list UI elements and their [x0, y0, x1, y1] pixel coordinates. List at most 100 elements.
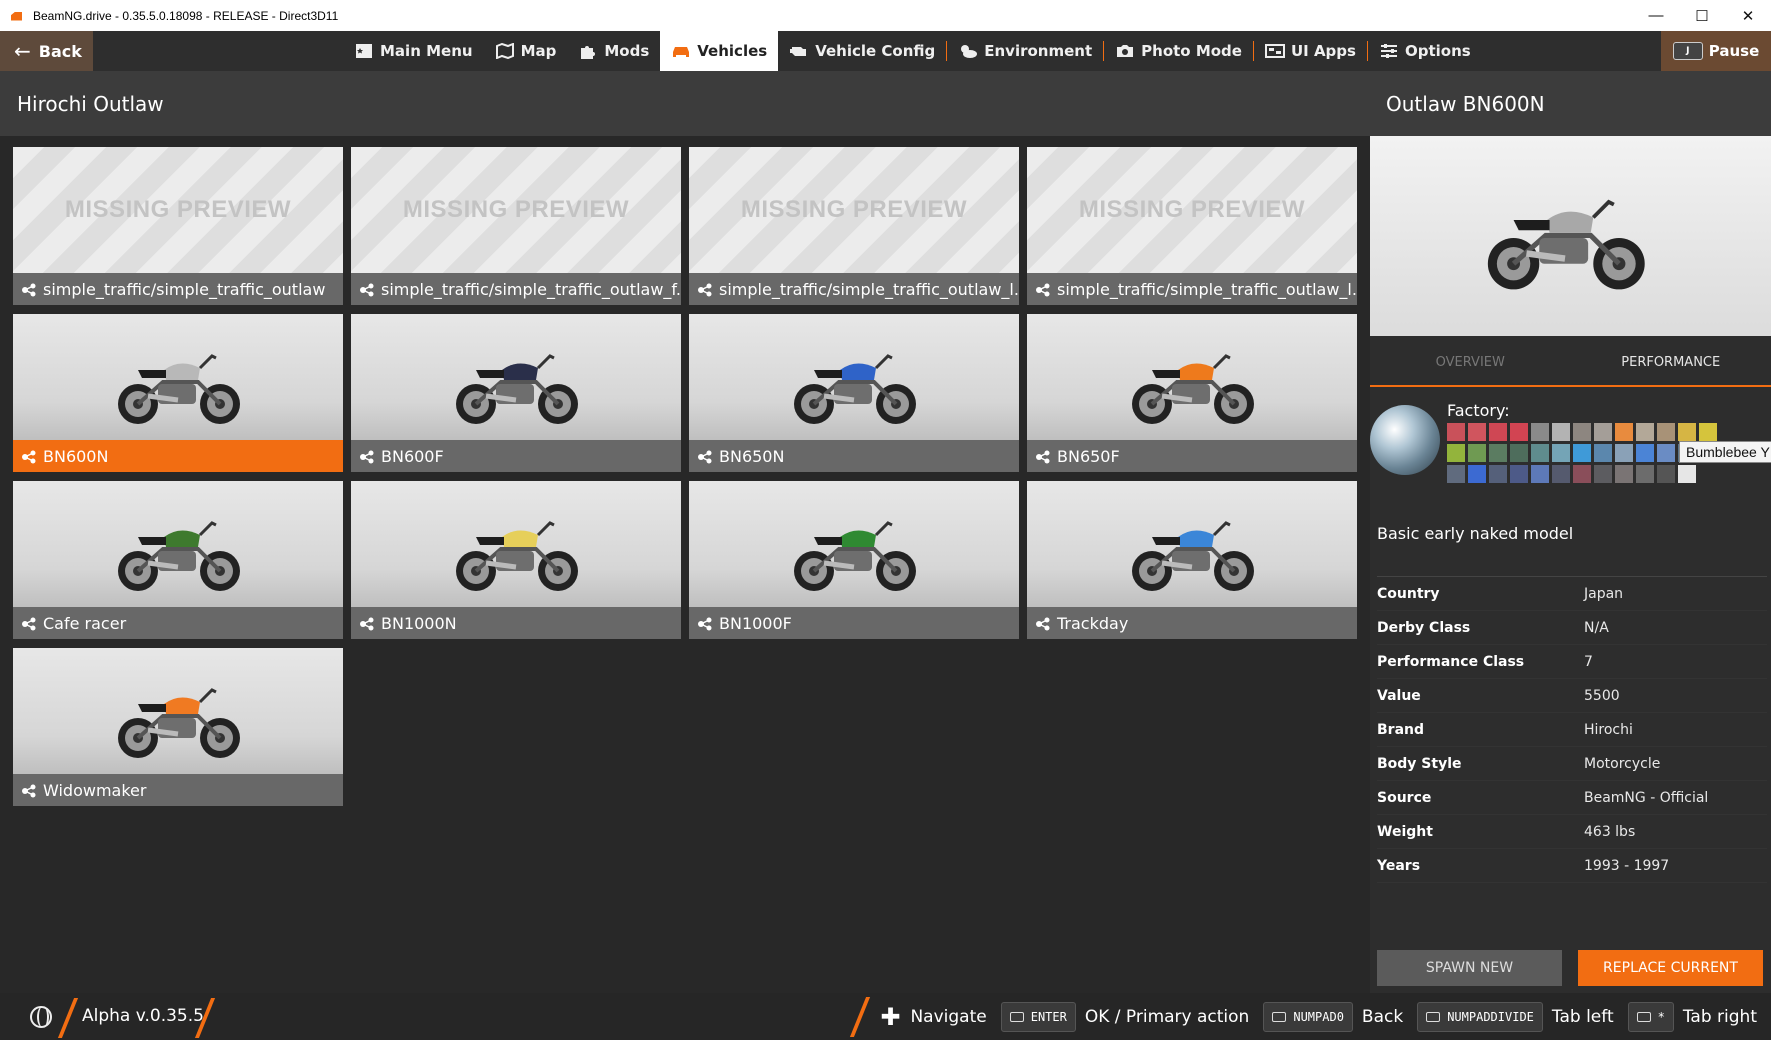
window-title: BeamNG.drive - 0.35.5.0.18098 - RELEASE …	[33, 8, 339, 23]
config-share-icon	[359, 616, 375, 631]
config-preview-image	[689, 314, 1019, 440]
config-tile[interactable]: BN1000N	[351, 481, 681, 639]
pause-button[interactable]: J Pause	[1661, 31, 1771, 71]
spec-key: Years	[1377, 857, 1421, 874]
config-tile[interactable]: Trackday	[1027, 481, 1357, 639]
window-controls: — ☐ ✕	[1633, 0, 1771, 31]
paint-swatch[interactable]	[1552, 423, 1570, 441]
paint-swatch[interactable]	[1573, 444, 1591, 462]
motorcycle-image	[456, 521, 578, 591]
paint-swatch[interactable]	[1510, 465, 1528, 483]
nav-item-photo-mode[interactable]: Photo Mode	[1104, 31, 1253, 71]
nav-item-options[interactable]: Options	[1368, 31, 1482, 71]
nav-item-main-menu[interactable]: Main Menu	[343, 31, 484, 71]
paint-swatch[interactable]	[1678, 465, 1696, 483]
back-button[interactable]: ← Back	[0, 31, 93, 71]
paint-swatch[interactable]	[1594, 423, 1612, 441]
paint-swatch[interactable]	[1678, 423, 1696, 441]
config-tile[interactable]: MISSING PREVIEW simple_traffic/simple_tra…	[13, 147, 343, 305]
config-tile[interactable]: BN1000F	[689, 481, 1019, 639]
config-tile[interactable]: BN650F	[1027, 314, 1357, 472]
paint-swatch[interactable]	[1447, 444, 1465, 462]
paint-swatch[interactable]	[1468, 423, 1486, 441]
paint-swatch[interactable]	[1531, 423, 1549, 441]
maximize-button[interactable]: ☐	[1679, 0, 1725, 31]
paint-swatch[interactable]	[1636, 444, 1654, 462]
nav-item-label: Options	[1404, 42, 1471, 60]
paint-swatch[interactable]	[1636, 423, 1654, 441]
spec-key: Brand	[1377, 721, 1425, 738]
config-tile[interactable]: BN600N	[13, 314, 343, 472]
config-tile[interactable]: Cafe racer	[13, 481, 343, 639]
config-tile[interactable]: BN600F	[351, 314, 681, 472]
missing-preview-text: MISSING PREVIEW	[1078, 196, 1306, 223]
paint-swatch[interactable]	[1615, 444, 1633, 462]
keyboard-key-icon	[1009, 1011, 1024, 1022]
nav-item-environment[interactable]: Environment	[947, 31, 1103, 71]
config-tile[interactable]: Widowmaker	[13, 648, 343, 806]
config-share-icon	[697, 449, 713, 464]
paint-swatch[interactable]	[1657, 444, 1675, 462]
paint-swatch[interactable]	[1636, 465, 1654, 483]
paint-swatch[interactable]	[1468, 465, 1486, 483]
paint-swatch[interactable]	[1552, 465, 1570, 483]
paint-swatch[interactable]	[1552, 444, 1570, 462]
paint-swatch[interactable]	[1699, 423, 1717, 441]
nav-item-vehicles[interactable]: Vehicles	[660, 31, 779, 71]
config-name: BN600N	[43, 446, 109, 466]
paint-swatch[interactable]	[1468, 444, 1486, 462]
nav-item-ui-apps[interactable]: UI Apps	[1254, 31, 1367, 71]
config-share-icon	[21, 282, 37, 297]
paint-swatch[interactable]	[1510, 444, 1528, 462]
paint-swatch[interactable]	[1573, 465, 1591, 483]
paint-swatch[interactable]	[1594, 465, 1612, 483]
config-tile[interactable]: BN650N	[689, 314, 1019, 472]
spec-value: BeamNG - Official	[1584, 789, 1709, 806]
spec-key: Country	[1377, 585, 1440, 602]
nav-item-mods[interactable]: Mods	[567, 31, 660, 71]
config-name: BN1000N	[381, 613, 457, 633]
paint-swatch[interactable]	[1447, 423, 1465, 441]
paint-swatch[interactable]	[1510, 423, 1528, 441]
tab-performance[interactable]: PERFORMANCE	[1571, 339, 1771, 385]
spawn-new-button[interactable]: SPAWN NEW	[1377, 950, 1562, 986]
paint-swatch[interactable]	[1489, 423, 1507, 441]
hint-key-label: *	[1657, 1009, 1665, 1024]
tab-overview[interactable]: OVERVIEW	[1370, 339, 1571, 385]
spec-value: Motorcycle	[1584, 755, 1661, 772]
motorcycle-image	[118, 688, 240, 758]
paint-swatch[interactable]	[1447, 465, 1465, 483]
minimize-button[interactable]: —	[1633, 0, 1679, 31]
nav-item-vehicle-config[interactable]: Vehicle Config	[778, 31, 946, 71]
paint-swatch[interactable]	[1657, 423, 1675, 441]
pause-label: Pause	[1708, 42, 1760, 60]
paint-swatch[interactable]	[1531, 444, 1549, 462]
nav-item-map[interactable]: Map	[484, 31, 568, 71]
config-share-icon	[359, 449, 375, 464]
config-label-bar: BN650N	[689, 440, 1019, 472]
vehicle-config-list-panel: Hirochi Outlaw MISSING PREVIEW simple_tra…	[0, 71, 1370, 993]
puzzle-icon	[578, 42, 598, 60]
close-button[interactable]: ✕	[1725, 0, 1771, 31]
globe-icon[interactable]	[30, 1006, 52, 1028]
config-tile[interactable]: MISSING PREVIEW simple_traffic/simple_tra…	[351, 147, 681, 305]
paint-swatch[interactable]	[1531, 465, 1549, 483]
spec-row: Derby Class N/A	[1377, 611, 1767, 645]
paint-swatch[interactable]	[1489, 465, 1507, 483]
motorcycle-image	[794, 354, 916, 424]
paint-swatch[interactable]	[1489, 444, 1507, 462]
paint-swatch[interactable]	[1573, 423, 1591, 441]
config-tile[interactable]: MISSING PREVIEW simple_traffic/simple_tra…	[689, 147, 1019, 305]
nav-menu: Main Menu Map Mods Vehicles Vehicle Config En…	[343, 31, 1482, 71]
ui-apps-icon	[1264, 42, 1285, 60]
swatch-row	[1447, 465, 1767, 483]
motorcycle-image	[118, 521, 240, 591]
paint-swatch[interactable]	[1594, 444, 1612, 462]
paint-swatch[interactable]	[1615, 423, 1633, 441]
replace-current-button[interactable]: REPLACE CURRENT	[1578, 950, 1763, 986]
config-tile[interactable]: MISSING PREVIEW simple_traffic/simple_tra…	[1027, 147, 1357, 305]
paint-swatch[interactable]	[1657, 465, 1675, 483]
config-label-bar: BN600F	[351, 440, 681, 472]
hint-action-label: Back	[1361, 1006, 1404, 1027]
paint-swatch[interactable]	[1615, 465, 1633, 483]
